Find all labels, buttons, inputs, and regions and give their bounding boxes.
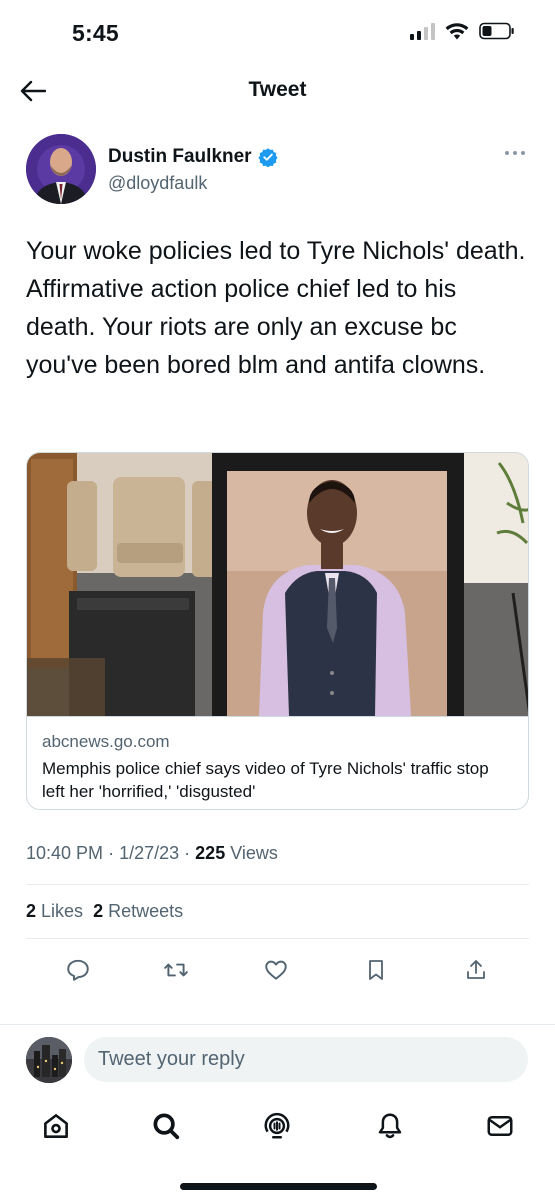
bookmark-icon (369, 960, 383, 980)
engagement-stats: 2 Likes 2 Retweets (26, 901, 183, 922)
more-options-button[interactable] (503, 146, 527, 160)
user-avatar-image (26, 1037, 72, 1083)
likes-label: Likes (41, 901, 84, 921)
retweet-button[interactable] (160, 954, 192, 986)
author-handle[interactable]: @dloydfaulk (108, 173, 207, 194)
author-avatar-image (26, 134, 96, 204)
bookmark-button[interactable] (360, 954, 392, 986)
user-avatar[interactable] (26, 1037, 72, 1083)
nav-notifications[interactable] (372, 1108, 408, 1144)
tweet-date[interactable]: 1/27/23 (119, 843, 179, 863)
likes-stat[interactable]: 2 Likes (26, 901, 83, 921)
spaces-icon (264, 1112, 290, 1139)
divider (26, 938, 529, 939)
battery-icon (479, 22, 514, 40)
retweet-icon (164, 963, 188, 977)
divider (26, 884, 529, 885)
cellular-signal-icon (410, 22, 435, 40)
author-avatar[interactable] (26, 134, 96, 204)
author-name[interactable]: Dustin Faulkner (108, 146, 252, 168)
views-count[interactable]: 225 (195, 843, 225, 863)
reply-button[interactable] (62, 954, 94, 986)
retweets-count: 2 (93, 901, 104, 921)
search-icon (153, 1113, 180, 1140)
retweets-label: Retweets (108, 901, 184, 921)
more-dots-icon (505, 151, 525, 155)
link-preview-meta: abcnews.go.com Memphis police chief says… (27, 716, 528, 809)
wifi-icon (445, 23, 469, 40)
nav-search[interactable] (148, 1108, 184, 1144)
link-preview-card[interactable]: abcnews.go.com Memphis police chief says… (26, 452, 529, 810)
bottom-navigation (0, 1102, 555, 1150)
page-title: Tweet (248, 78, 307, 101)
link-title: Memphis police chief says video of Tyre … (42, 759, 489, 801)
home-indicator[interactable] (180, 1183, 377, 1190)
share-button[interactable] (460, 954, 492, 986)
nav-spaces[interactable] (259, 1108, 295, 1144)
link-preview-image (27, 453, 528, 716)
divider (0, 1024, 555, 1025)
status-time: 5:45 (72, 20, 119, 46)
status-bar: 5:45 (0, 0, 555, 64)
share-icon (467, 960, 485, 979)
tweet-timestamp-views: 10:40 PM · 1/27/23 · 225 Views (26, 843, 278, 864)
retweets-stat[interactable]: 2 Retweets (93, 901, 183, 921)
like-button[interactable] (260, 954, 292, 986)
views-label: Views (230, 843, 278, 863)
verified-badge-icon (257, 148, 278, 167)
like-icon (265, 960, 287, 980)
header: Tweet (0, 64, 555, 116)
messages-icon (487, 1116, 513, 1136)
nav-messages[interactable] (482, 1108, 518, 1144)
tweet-author: Dustin Faulkner @dloydfaulk (26, 132, 535, 208)
meta-separator: · (108, 843, 115, 863)
nav-home[interactable] (38, 1108, 74, 1144)
tweet-time: 10:40 PM (26, 843, 104, 863)
tweet-actions (26, 950, 529, 990)
tweet-text: Your woke policies led to Tyre Nichols' … (26, 237, 526, 379)
home-icon (44, 1114, 68, 1138)
reply-input[interactable] (84, 1037, 528, 1082)
author-name-row[interactable]: Dustin Faulkner (108, 146, 278, 168)
meta-separator: · (184, 843, 191, 863)
notifications-icon (378, 1113, 402, 1139)
likes-count: 2 (26, 901, 37, 921)
status-icons (410, 22, 515, 40)
reply-icon (67, 959, 89, 981)
link-domain: abcnews.go.com (42, 732, 170, 751)
